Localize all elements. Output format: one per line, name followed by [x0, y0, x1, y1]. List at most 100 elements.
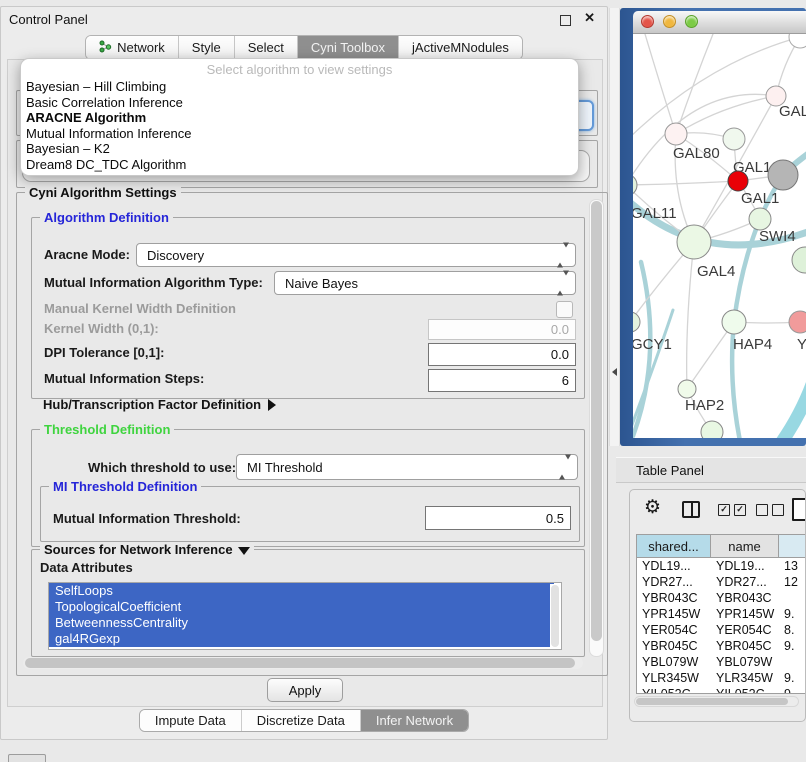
network-node[interactable]	[792, 247, 806, 273]
settings-gear-icon[interactable]: ⚙	[644, 498, 661, 518]
attribute-list-item[interactable]: SelfLoops	[49, 583, 554, 599]
table-row[interactable]: YBL079WYBL079W	[637, 654, 806, 670]
table-cell[interactable]: YBL079W	[637, 654, 711, 670]
table-cell[interactable]: YIL052C	[711, 686, 779, 694]
algorithm-option[interactable]: Bayesian – Hill Climbing	[21, 79, 578, 95]
scrollbar-thumb[interactable]	[551, 585, 559, 647]
table-cell[interactable]	[779, 590, 806, 606]
table-row[interactable]: YIL052CYIL052C9.	[637, 686, 806, 694]
panel-splitter[interactable]	[609, 8, 620, 446]
network-node-hap2[interactable]	[678, 380, 696, 398]
dpi-tolerance-input[interactable]: 0.0	[428, 343, 576, 366]
hide-columns-icon[interactable]	[756, 504, 784, 516]
table-cell[interactable]: 9.	[779, 606, 806, 622]
minimize-traffic-light[interactable]	[663, 15, 676, 28]
network-node[interactable]	[701, 421, 723, 438]
algorithm-option[interactable]: Mutual Information Inference	[21, 126, 578, 142]
zoom-traffic-light[interactable]	[685, 15, 698, 28]
table-cell[interactable]	[779, 654, 806, 670]
table-row[interactable]: YDR27...YDR27...12	[637, 574, 806, 590]
network-node-hap4[interactable]	[722, 310, 746, 334]
table-cell[interactable]: YDR27...	[637, 574, 711, 590]
table-cell[interactable]: YPR145W	[637, 606, 711, 622]
table-row[interactable]: YLR345WYLR345W9.	[637, 670, 806, 686]
export-table-icon[interactable]	[792, 498, 806, 521]
network-node-gal1[interactable]	[728, 171, 748, 191]
table-cell[interactable]: YBR043C	[711, 590, 779, 606]
network-node[interactable]	[789, 34, 806, 48]
settings-horizontal-scrollbar[interactable]	[23, 657, 583, 669]
tab-impute-data[interactable]: Impute Data	[140, 710, 241, 731]
table-cell[interactable]: 12	[779, 574, 806, 590]
table-cell[interactable]: YBR045C	[711, 638, 779, 654]
table-cell[interactable]: YBR045C	[637, 638, 711, 654]
mi-type-select[interactable]: Naive Bayes	[274, 271, 576, 295]
tab-infer-network[interactable]: Infer Network	[360, 710, 468, 731]
algorithm-option[interactable]: Basic Correlation Inference	[21, 95, 578, 111]
column-header[interactable]	[779, 535, 806, 557]
tab-jactivemnodules[interactable]: jActiveMNodules	[398, 36, 522, 59]
tab-select[interactable]: Select	[234, 36, 297, 59]
table-horizontal-scrollbar[interactable]	[634, 696, 799, 707]
bottom-partial-button[interactable]	[8, 754, 46, 762]
table-cell[interactable]: YPR145W	[711, 606, 779, 622]
table-cell[interactable]: YER054C	[711, 622, 779, 638]
tab-discretize-data[interactable]: Discretize Data	[241, 710, 360, 731]
table-row[interactable]: YDL19...YDL19...13	[637, 558, 806, 574]
table-cell[interactable]: YBR043C	[637, 590, 711, 606]
list-scrollbar[interactable]	[550, 584, 560, 648]
algorithm-option[interactable]: Dream8 DC_TDC Algorithm	[21, 157, 578, 173]
attribute-list-item[interactable]: gal4RGexp	[49, 631, 554, 647]
algorithm-option[interactable]: Bayesian – K2	[21, 141, 578, 157]
tab-style[interactable]: Style	[178, 36, 234, 59]
manual-kernel-checkbox[interactable]	[556, 301, 573, 318]
collapse-panel-arrow-icon[interactable]	[612, 368, 617, 376]
network-node[interactable]	[768, 160, 798, 190]
hub-definition-expander[interactable]: Hub/Transcription Factor Definition	[43, 397, 276, 412]
column-layout-icon[interactable]	[682, 501, 700, 518]
table-cell[interactable]: YLR345W	[711, 670, 779, 686]
aracne-mode-select[interactable]: Discovery	[136, 243, 576, 267]
tab-cyni-toolbox[interactable]: Cyni Toolbox	[297, 36, 398, 59]
close-traffic-light[interactable]	[641, 15, 654, 28]
collapse-arrow-icon[interactable]	[238, 547, 250, 555]
network-node-y[interactable]	[789, 311, 806, 333]
table-cell[interactable]: YIL052C	[637, 686, 711, 694]
table-cell[interactable]: YDR27...	[711, 574, 779, 590]
network-window-titlebar[interactable]	[633, 11, 806, 34]
table-row[interactable]: YBR045CYBR045C9.	[637, 638, 806, 654]
apply-button[interactable]: Apply	[267, 678, 343, 702]
attribute-list-item[interactable]: TopologicalCoefficient	[49, 599, 554, 615]
table-cell[interactable]: YLR345W	[637, 670, 711, 686]
data-attributes-list[interactable]: SelfLoopsTopologicalCoefficientBetweenne…	[48, 582, 562, 650]
mi-threshold-input[interactable]: 0.5	[425, 506, 571, 530]
table-cell[interactable]: YDL19...	[637, 558, 711, 574]
table-cell[interactable]: 9.	[779, 670, 806, 686]
which-threshold-select[interactable]: MI Threshold	[236, 454, 578, 480]
table-cell[interactable]: 9.	[779, 638, 806, 654]
table-cell[interactable]: 9.	[779, 686, 806, 694]
scrollbar-thumb[interactable]	[591, 201, 602, 641]
network-canvas-container[interactable]: GALGAL80GAL10GAL1GAL11SWI4GAL4GCY1HAP4YH…	[633, 34, 806, 438]
attribute-list-item[interactable]: BetweennessCentrality	[49, 615, 554, 631]
scrollbar-thumb[interactable]	[636, 698, 788, 705]
table-cell[interactable]: YDL19...	[711, 558, 779, 574]
kernel-width-input[interactable]: 0.0	[428, 319, 576, 340]
column-header[interactable]: name	[711, 535, 779, 557]
float-icon[interactable]	[560, 15, 571, 26]
mi-steps-input[interactable]: 6	[428, 369, 576, 392]
network-node-swi4[interactable]	[749, 208, 771, 230]
network-node-gal80[interactable]	[665, 123, 687, 145]
network-node-gcy1[interactable]	[633, 312, 640, 332]
table-cell[interactable]: YBL079W	[711, 654, 779, 670]
table-row[interactable]: YER054CYER054C8.	[637, 622, 806, 638]
table-row[interactable]: YPR145WYPR145W9.	[637, 606, 806, 622]
table-row[interactable]: YBR043CYBR043C	[637, 590, 806, 606]
scrollbar-thumb[interactable]	[25, 658, 575, 668]
show-columns-icon[interactable]: ✓✓	[718, 504, 746, 516]
settings-vertical-scrollbar[interactable]	[589, 199, 604, 657]
table-cell[interactable]: YER054C	[637, 622, 711, 638]
table-cell[interactable]: 8.	[779, 622, 806, 638]
column-header[interactable]: shared...	[637, 535, 711, 557]
tab-network[interactable]: Network	[86, 36, 178, 59]
